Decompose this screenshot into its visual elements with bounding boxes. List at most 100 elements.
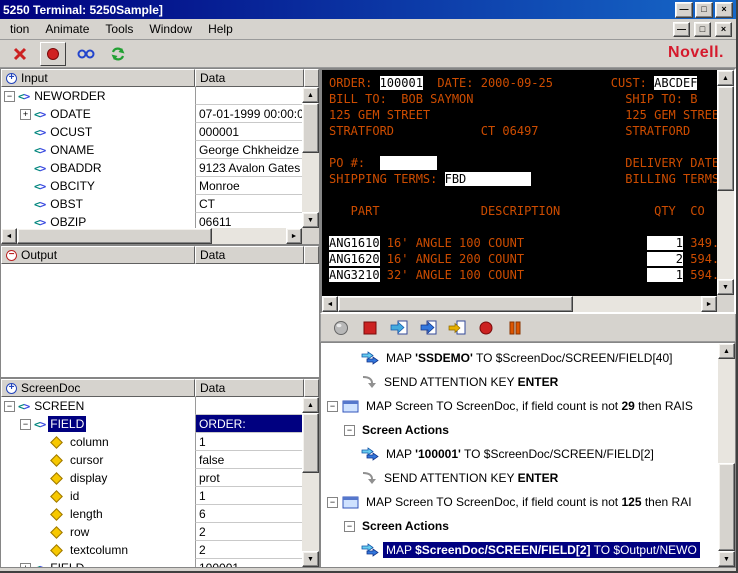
scroll-up-button[interactable]: ▲ bbox=[302, 87, 319, 103]
action-row[interactable]: −MAP Screen TO ScreenDoc, if field count… bbox=[321, 394, 718, 418]
tree-value[interactable] bbox=[195, 397, 302, 415]
scroll-up-button[interactable]: ▲ bbox=[717, 70, 734, 86]
tree-expander-minus[interactable]: − bbox=[344, 521, 355, 532]
tree-row-field[interactable]: −<>FIELDORDER: bbox=[1, 415, 302, 433]
menu-item-tion[interactable]: tion bbox=[2, 20, 37, 39]
terminal-vertical-scrollbar[interactable]: ▲ ▼ bbox=[717, 70, 734, 295]
tree-value[interactable] bbox=[195, 87, 302, 105]
tree-expander-minus[interactable]: − bbox=[20, 419, 31, 430]
tree-row-obcity[interactable]: <>OBCITYMonroe bbox=[1, 177, 302, 195]
terminal-input-field[interactable]: ANG3210 bbox=[329, 268, 380, 282]
terminal-input-field[interactable] bbox=[380, 156, 438, 170]
tree-value[interactable]: 1 bbox=[195, 487, 302, 505]
terminal-input-field[interactable]: 1 bbox=[647, 236, 683, 250]
scroll-up-button[interactable]: ▲ bbox=[302, 397, 319, 413]
run-to-icon[interactable] bbox=[447, 318, 467, 338]
tree-row-ocust[interactable]: <>OCUST000001 bbox=[1, 123, 302, 141]
scroll-left-button[interactable]: ◄ bbox=[322, 296, 338, 312]
tree-value[interactable]: 2 bbox=[195, 541, 302, 559]
step-into-icon[interactable] bbox=[389, 318, 409, 338]
terminal-input-field[interactable]: ANG1620 bbox=[329, 252, 380, 266]
menu-item-animate[interactable]: Animate bbox=[37, 20, 97, 39]
scroll-left-button[interactable]: ◄ bbox=[1, 228, 17, 244]
tree-row-cursor[interactable]: cursorfalse bbox=[1, 451, 302, 469]
close-button[interactable]: × bbox=[715, 2, 733, 18]
tree-value[interactable]: ORDER: bbox=[195, 415, 302, 433]
scrollbar-thumb[interactable] bbox=[717, 86, 734, 191]
tree-expander-minus[interactable]: − bbox=[344, 425, 355, 436]
menu-item-help[interactable]: Help bbox=[200, 20, 241, 39]
tree-value[interactable]: George Chkheidze bbox=[195, 141, 302, 159]
input-vertical-scrollbar[interactable]: ▲ ▼ bbox=[302, 87, 319, 228]
tree-value[interactable]: 1 bbox=[195, 433, 302, 451]
action-row[interactable]: MAP '100001' TO $ScreenDoc/SCREEN/FIELD[… bbox=[321, 442, 718, 466]
minimize-button[interactable]: — bbox=[675, 2, 693, 18]
tree-value[interactable]: 2 bbox=[195, 523, 302, 541]
tree-value[interactable]: 000001 bbox=[195, 123, 302, 141]
terminal-input-field[interactable]: 1 bbox=[647, 268, 683, 282]
pause-icon[interactable] bbox=[505, 318, 525, 338]
tree-expander-minus[interactable]: − bbox=[327, 497, 338, 508]
scroll-down-button[interactable]: ▼ bbox=[302, 551, 319, 567]
terminal-input-field[interactable]: FBD bbox=[445, 172, 532, 186]
terminal-input-field[interactable]: ABCDEF bbox=[654, 76, 697, 90]
tree-expander-plus[interactable]: + bbox=[20, 109, 31, 120]
action-row[interactable]: −MAP Screen TO ScreenDoc, if field count… bbox=[321, 490, 718, 514]
delete-icon[interactable] bbox=[8, 43, 32, 65]
tree-expander-plus[interactable]: + bbox=[20, 563, 31, 568]
step-over-icon[interactable] bbox=[418, 318, 438, 338]
terminal-screen[interactable]: ORDER: 100001 DATE: 2000-09-25 CUST: ABC… bbox=[322, 70, 717, 295]
action-row[interactable]: SEND ATTENTION KEY ENTER bbox=[321, 370, 718, 394]
tree-value[interactable]: 9123 Avalon Gates bbox=[195, 159, 302, 177]
tree-row-column[interactable]: column1 bbox=[1, 433, 302, 451]
scrollbar-thumb[interactable] bbox=[17, 228, 212, 244]
tree-row-id[interactable]: id1 bbox=[1, 487, 302, 505]
tree-row-row[interactable]: row2 bbox=[1, 523, 302, 541]
tree-value[interactable]: 100001 bbox=[195, 559, 302, 567]
scrollbar-thumb[interactable] bbox=[302, 413, 319, 473]
tree-value[interactable]: Monroe bbox=[195, 177, 302, 195]
tree-row-oname[interactable]: <>ONAMEGeorge Chkheidze bbox=[1, 141, 302, 159]
terminal-horizontal-scrollbar[interactable]: ◄ ► bbox=[322, 296, 717, 312]
input-collapse-icon[interactable]: + bbox=[6, 73, 17, 84]
tree-expander-minus[interactable]: − bbox=[4, 91, 15, 102]
terminal-input-field[interactable]: 2 bbox=[647, 252, 683, 266]
tree-row-length[interactable]: length6 bbox=[1, 505, 302, 523]
input-horizontal-scrollbar[interactable]: ◄ ► bbox=[1, 228, 302, 244]
action-row[interactable]: SEND ATTENTION KEY ENTER bbox=[321, 466, 718, 490]
scroll-down-button[interactable]: ▼ bbox=[717, 279, 734, 295]
screendoc-vertical-scrollbar[interactable]: ▲ ▼ bbox=[302, 397, 319, 567]
tree-value[interactable]: false bbox=[195, 451, 302, 469]
scroll-right-button[interactable]: ► bbox=[286, 228, 302, 244]
action-row[interactable]: MAP 'SSDEMO' TO $ScreenDoc/SCREEN/FIELD[… bbox=[321, 346, 718, 370]
tree-row-screen[interactable]: −<>SCREEN bbox=[1, 397, 302, 415]
tree-row-field[interactable]: +<>FIELD100001 bbox=[1, 559, 302, 567]
tree-row-obzip[interactable]: <>OBZIP06611 bbox=[1, 213, 302, 228]
stop-icon[interactable] bbox=[360, 318, 380, 338]
mdi-restore-button[interactable]: □ bbox=[694, 22, 711, 37]
refresh-icon[interactable] bbox=[106, 43, 130, 65]
tree-expander-minus[interactable]: − bbox=[4, 401, 15, 412]
mdi-close-button[interactable]: × bbox=[715, 22, 732, 37]
menu-item-tools[interactable]: Tools bbox=[97, 20, 141, 39]
tree-value[interactable]: prot bbox=[195, 469, 302, 487]
watch-icon[interactable] bbox=[74, 43, 98, 65]
tree-value[interactable]: 6 bbox=[195, 505, 302, 523]
tree-row-odate[interactable]: +<>ODATE07-01-1999 00:00:00 bbox=[1, 105, 302, 123]
maximize-button[interactable]: □ bbox=[695, 2, 713, 18]
tree-row-obaddr[interactable]: <>OBADDR9123 Avalon Gates bbox=[1, 159, 302, 177]
actions-vertical-scrollbar[interactable]: ▲ ▼ bbox=[718, 343, 735, 567]
screendoc-collapse-icon[interactable]: + bbox=[6, 383, 17, 394]
scroll-down-button[interactable]: ▼ bbox=[718, 551, 735, 567]
tree-row-display[interactable]: displayprot bbox=[1, 469, 302, 487]
scrollbar-thumb[interactable] bbox=[302, 103, 319, 153]
record-icon[interactable] bbox=[40, 42, 66, 66]
mdi-minimize-button[interactable]: — bbox=[673, 22, 690, 37]
sphere-icon[interactable] bbox=[331, 318, 351, 338]
scrollbar-thumb[interactable] bbox=[338, 296, 573, 312]
action-row[interactable]: MAP $ScreenDoc/SCREEN/FIELD[2] TO $Outpu… bbox=[321, 538, 718, 562]
scrollbar-thumb[interactable] bbox=[718, 463, 735, 551]
action-row[interactable]: −Screen Actions bbox=[321, 514, 718, 538]
terminal-input-field[interactable]: ANG1610 bbox=[329, 236, 380, 250]
terminal-input-field[interactable]: 100001 bbox=[380, 76, 423, 90]
